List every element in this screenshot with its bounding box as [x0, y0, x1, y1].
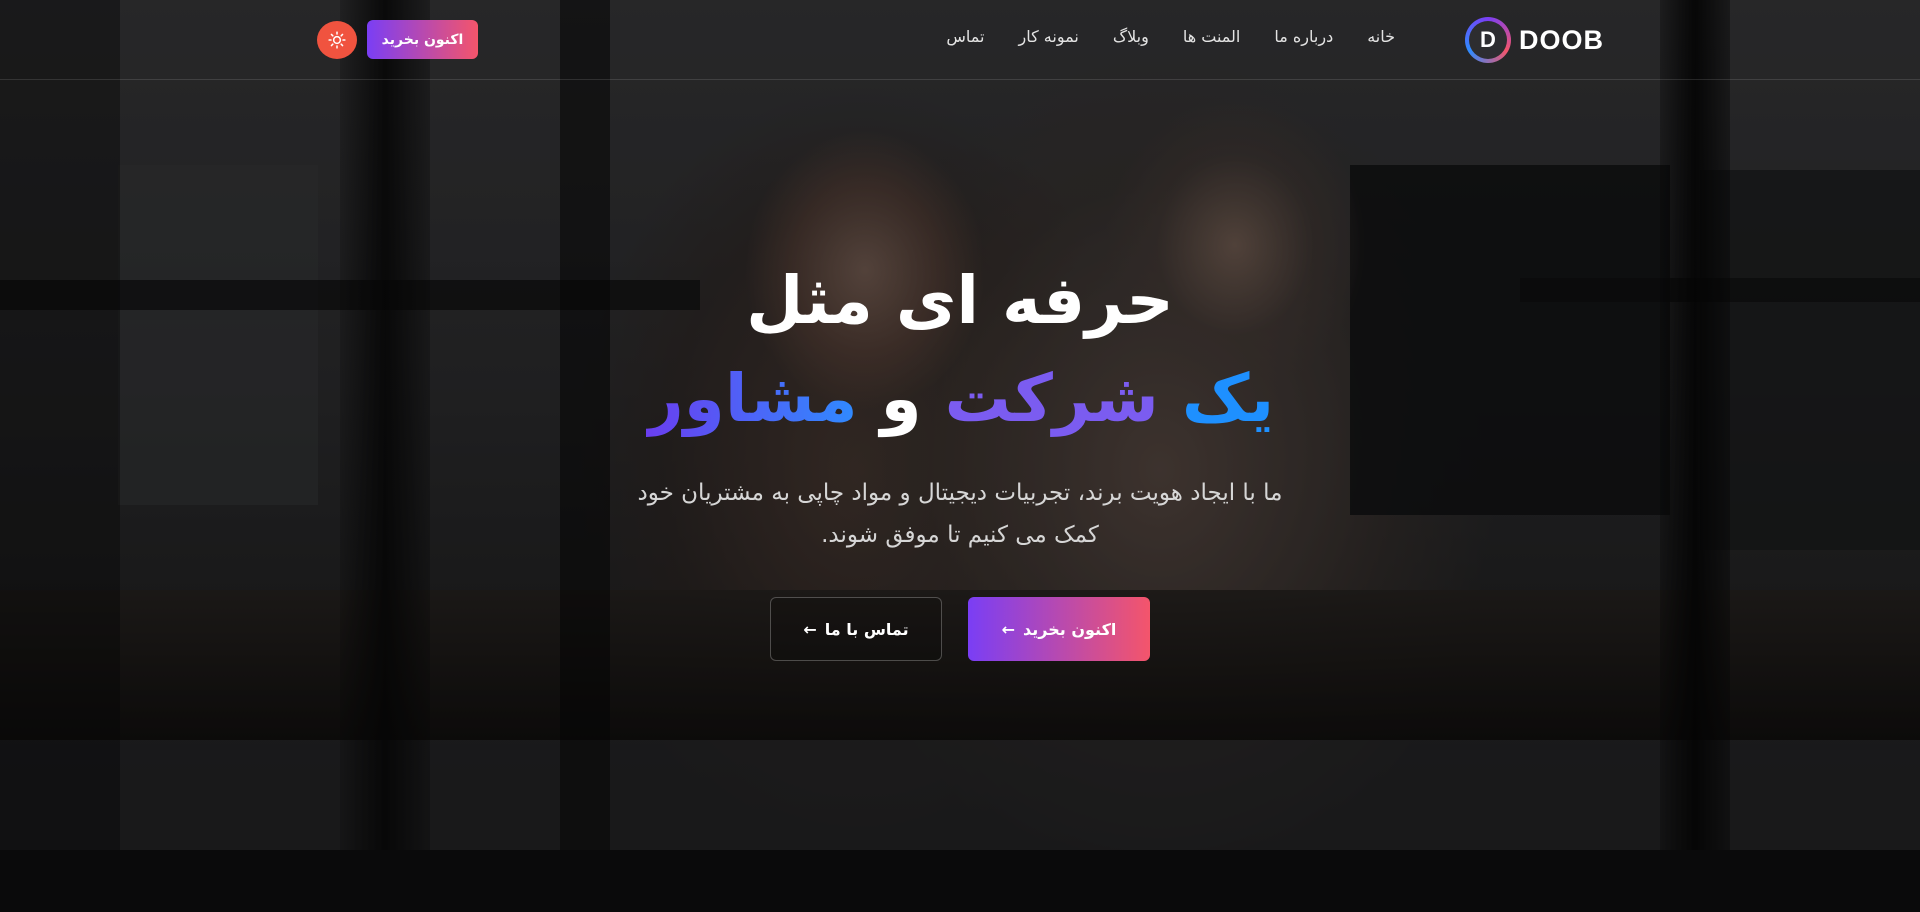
theme-toggle-button[interactable]: [317, 21, 357, 59]
hero-subtitle: ما با ایجاد هویت برند، تجربیات دیجیتال و…: [560, 472, 1360, 556]
hero-buy-button[interactable]: اکنون بخرید ←: [968, 597, 1150, 661]
nav-item-portfolio[interactable]: نمونه کار: [1019, 27, 1079, 46]
nav-item-about[interactable]: درباره ما: [1274, 27, 1333, 46]
page-bottom-strip: [0, 850, 1920, 912]
arrow-left-icon: ←: [803, 619, 817, 639]
main-navigation: خانه درباره ما المنت ها وبلاگ نمونه کار …: [946, 27, 1395, 46]
site-header: DOOB D خانه درباره ما المنت ها وبلاگ نمو…: [0, 0, 1920, 80]
hero-title-word-sherkat: شرکت: [944, 360, 1159, 437]
logo-wordmark: DOOB: [1519, 24, 1604, 55]
hero-subtitle-line1: ما با ایجاد هویت برند، تجربیات دیجیتال و…: [637, 480, 1283, 506]
hero-title-word-yek: یک: [1181, 360, 1275, 437]
site-logo[interactable]: DOOB D: [1465, 17, 1604, 63]
nav-item-contact[interactable]: تماس: [946, 27, 984, 46]
hero-buy-button-label: اکنون بخرید: [1023, 619, 1117, 639]
nav-item-elements[interactable]: المنت ها: [1183, 27, 1241, 46]
sun-icon: [328, 31, 346, 49]
hero-title-line2: یک شرکت و مشاور: [0, 366, 1920, 432]
nav-item-home[interactable]: خانه: [1367, 27, 1395, 46]
logo-mark-icon: D: [1465, 17, 1511, 63]
nav-item-blog[interactable]: وبلاگ: [1113, 27, 1149, 46]
hero-contact-button-label: تماس با ما: [824, 619, 909, 639]
hero-title-line1: حرفه ای مثل: [746, 262, 1174, 339]
hero-title-word-moshaver: مشاور: [645, 360, 858, 437]
hero-subtitle-line2: کمک می کنیم تا موفق شوند.: [821, 522, 1099, 548]
logo-letter: D: [1480, 27, 1496, 52]
hero-title-word-va: و: [880, 360, 922, 437]
arrow-left-icon: ←: [1001, 619, 1016, 639]
header-buy-button[interactable]: اکنون بخرید: [367, 20, 478, 59]
hero-contact-button[interactable]: تماس با ما ←: [770, 597, 942, 661]
